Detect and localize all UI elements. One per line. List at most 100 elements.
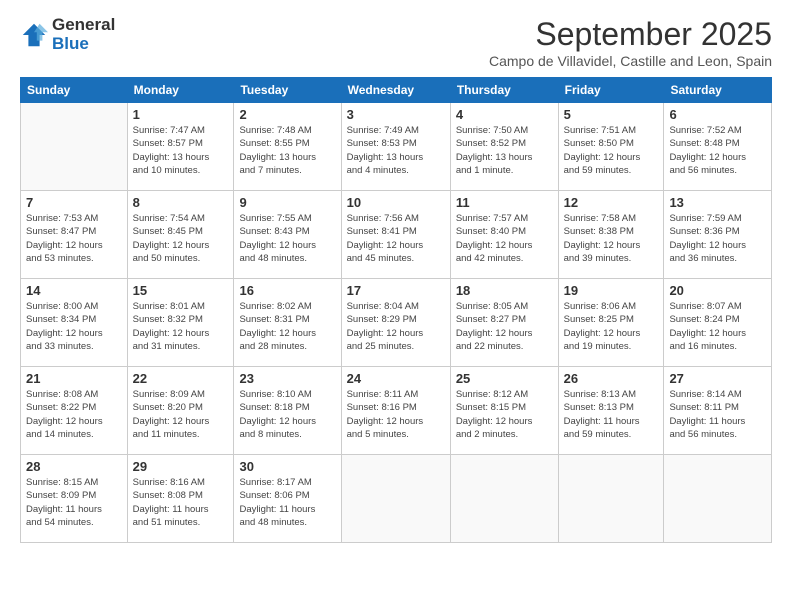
day-number: 25 — [456, 371, 553, 386]
day-number: 10 — [347, 195, 445, 210]
day-number: 6 — [669, 107, 766, 122]
header-row: SundayMondayTuesdayWednesdayThursdayFrid… — [21, 78, 772, 103]
header-day-saturday: Saturday — [664, 78, 772, 103]
header-day-friday: Friday — [558, 78, 664, 103]
calendar-table: SundayMondayTuesdayWednesdayThursdayFrid… — [20, 77, 772, 543]
day-info: Sunrise: 8:08 AM Sunset: 8:22 PM Dayligh… — [26, 388, 122, 441]
day-info: Sunrise: 8:01 AM Sunset: 8:32 PM Dayligh… — [133, 300, 229, 353]
calendar-cell: 23Sunrise: 8:10 AM Sunset: 8:18 PM Dayli… — [234, 367, 341, 455]
day-info: Sunrise: 8:04 AM Sunset: 8:29 PM Dayligh… — [347, 300, 445, 353]
calendar-cell: 14 Sunrise: 8:00 AM Sunset: 8:34 PM Dayli… — [21, 279, 128, 367]
day-number: 19 — [564, 283, 659, 298]
day-number: 1 — [133, 107, 229, 122]
subtitle: Campo de Villavidel, Castille and Leon, … — [489, 53, 772, 69]
calendar-cell — [558, 455, 664, 543]
day-info: Sunrise: 7:54 AM Sunset: 8:45 PM Dayligh… — [133, 212, 229, 265]
day-info: Sunrise: 8:02 AM Sunset: 8:31 PM Dayligh… — [239, 300, 335, 353]
calendar-cell: 16Sunrise: 8:02 AM Sunset: 8:31 PM Dayli… — [234, 279, 341, 367]
day-info: Sunrise: 7:57 AM Sunset: 8:40 PM Dayligh… — [456, 212, 553, 265]
calendar-cell: 17 Sunrise: 8:04 AM Sunset: 8:29 PM Dayli… — [341, 279, 450, 367]
calendar-cell: 2 Sunrise: 7:48 AM Sunset: 8:55 PM Daylig… — [234, 103, 341, 191]
logo: General Blue — [20, 16, 115, 53]
day-info: Sunrise: 7:56 AM Sunset: 8:41 PM Dayligh… — [347, 212, 445, 265]
day-number: 8 — [133, 195, 229, 210]
day-number: 17 — [347, 283, 445, 298]
week-row-5: 28 Sunrise: 8:15 AM Sunset: 8:09 PM Dayli… — [21, 455, 772, 543]
day-number: 18 — [456, 283, 553, 298]
day-number: 23 — [239, 371, 335, 386]
day-info: Sunrise: 8:12 AM Sunset: 8:15 PM Dayligh… — [456, 388, 553, 441]
day-number: 26 — [564, 371, 659, 386]
day-info: Sunrise: 8:14 AM Sunset: 8:11 PM Dayligh… — [669, 388, 766, 441]
calendar-cell: 15 Sunrise: 8:01 AM Sunset: 8:32 PM Dayli… — [127, 279, 234, 367]
day-info: Sunrise: 7:59 AM Sunset: 8:36 PM Dayligh… — [669, 212, 766, 265]
day-number: 28 — [26, 459, 122, 474]
logo-blue: Blue — [52, 35, 115, 54]
header-day-monday: Monday — [127, 78, 234, 103]
day-info: Sunrise: 7:47 AM Sunset: 8:57 PM Dayligh… — [133, 124, 229, 177]
calendar-cell: 18 Sunrise: 8:05 AM Sunset: 8:27 PM Dayli… — [450, 279, 558, 367]
calendar-cell — [450, 455, 558, 543]
day-number: 15 — [133, 283, 229, 298]
calendar-cell: 11 Sunrise: 7:57 AM Sunset: 8:40 PM Dayli… — [450, 191, 558, 279]
day-number: 13 — [669, 195, 766, 210]
day-info: Sunrise: 8:17 AM Sunset: 8:06 PM Dayligh… — [239, 476, 335, 529]
calendar-body: 1 Sunrise: 7:47 AM Sunset: 8:57 PM Daylig… — [21, 103, 772, 543]
day-number: 12 — [564, 195, 659, 210]
day-number: 3 — [347, 107, 445, 122]
day-info: Sunrise: 8:05 AM Sunset: 8:27 PM Dayligh… — [456, 300, 553, 353]
calendar-cell: 29Sunrise: 8:16 AM Sunset: 8:08 PM Dayli… — [127, 455, 234, 543]
day-number: 5 — [564, 107, 659, 122]
day-number: 24 — [347, 371, 445, 386]
calendar-cell: 10 Sunrise: 7:56 AM Sunset: 8:41 PM Dayli… — [341, 191, 450, 279]
day-number: 11 — [456, 195, 553, 210]
logo-general: General — [52, 16, 115, 35]
calendar-cell: 9Sunrise: 7:55 AM Sunset: 8:43 PM Daylig… — [234, 191, 341, 279]
calendar-cell: 26Sunrise: 8:13 AM Sunset: 8:13 PM Dayli… — [558, 367, 664, 455]
page: General Blue September 2025 Campo de Vil… — [0, 0, 792, 559]
week-row-1: 1 Sunrise: 7:47 AM Sunset: 8:57 PM Daylig… — [21, 103, 772, 191]
day-info: Sunrise: 7:53 AM Sunset: 8:47 PM Dayligh… — [26, 212, 122, 265]
day-info: Sunrise: 8:15 AM Sunset: 8:09 PM Dayligh… — [26, 476, 122, 529]
day-number: 27 — [669, 371, 766, 386]
day-number: 14 — [26, 283, 122, 298]
calendar-cell: 13 Sunrise: 7:59 AM Sunset: 8:36 PM Dayli… — [664, 191, 772, 279]
day-number: 2 — [239, 107, 335, 122]
calendar-cell: 6 Sunrise: 7:52 AM Sunset: 8:48 PM Daylig… — [664, 103, 772, 191]
calendar-cell: 20Sunrise: 8:07 AM Sunset: 8:24 PM Dayli… — [664, 279, 772, 367]
calendar-cell: 4 Sunrise: 7:50 AM Sunset: 8:52 PM Daylig… — [450, 103, 558, 191]
header-day-thursday: Thursday — [450, 78, 558, 103]
day-info: Sunrise: 7:50 AM Sunset: 8:52 PM Dayligh… — [456, 124, 553, 177]
calendar-cell — [664, 455, 772, 543]
calendar-cell: 28 Sunrise: 8:15 AM Sunset: 8:09 PM Dayli… — [21, 455, 128, 543]
day-info: Sunrise: 8:06 AM Sunset: 8:25 PM Dayligh… — [564, 300, 659, 353]
calendar-cell: 24 Sunrise: 8:11 AM Sunset: 8:16 PM Dayli… — [341, 367, 450, 455]
day-number: 30 — [239, 459, 335, 474]
week-row-3: 14 Sunrise: 8:00 AM Sunset: 8:34 PM Dayli… — [21, 279, 772, 367]
day-info: Sunrise: 7:55 AM Sunset: 8:43 PM Dayligh… — [239, 212, 335, 265]
calendar-cell: 21Sunrise: 8:08 AM Sunset: 8:22 PM Dayli… — [21, 367, 128, 455]
day-info: Sunrise: 7:51 AM Sunset: 8:50 PM Dayligh… — [564, 124, 659, 177]
calendar-header: SundayMondayTuesdayWednesdayThursdayFrid… — [21, 78, 772, 103]
calendar-cell: 3 Sunrise: 7:49 AM Sunset: 8:53 PM Daylig… — [341, 103, 450, 191]
calendar-cell: 12Sunrise: 7:58 AM Sunset: 8:38 PM Dayli… — [558, 191, 664, 279]
header: General Blue September 2025 Campo de Vil… — [20, 16, 772, 69]
day-number: 4 — [456, 107, 553, 122]
day-info: Sunrise: 7:48 AM Sunset: 8:55 PM Dayligh… — [239, 124, 335, 177]
calendar-cell: 1 Sunrise: 7:47 AM Sunset: 8:57 PM Daylig… — [127, 103, 234, 191]
header-day-sunday: Sunday — [21, 78, 128, 103]
calendar-cell: 5 Sunrise: 7:51 AM Sunset: 8:50 PM Daylig… — [558, 103, 664, 191]
calendar-cell: 25 Sunrise: 8:12 AM Sunset: 8:15 PM Dayli… — [450, 367, 558, 455]
day-info: Sunrise: 7:52 AM Sunset: 8:48 PM Dayligh… — [669, 124, 766, 177]
calendar-cell: 22 Sunrise: 8:09 AM Sunset: 8:20 PM Dayli… — [127, 367, 234, 455]
day-info: Sunrise: 7:49 AM Sunset: 8:53 PM Dayligh… — [347, 124, 445, 177]
calendar-cell: 7 Sunrise: 7:53 AM Sunset: 8:47 PM Daylig… — [21, 191, 128, 279]
day-number: 7 — [26, 195, 122, 210]
day-info: Sunrise: 8:11 AM Sunset: 8:16 PM Dayligh… — [347, 388, 445, 441]
day-info: Sunrise: 8:00 AM Sunset: 8:34 PM Dayligh… — [26, 300, 122, 353]
day-number: 29 — [133, 459, 229, 474]
day-number: 22 — [133, 371, 229, 386]
logo-icon — [20, 21, 48, 49]
day-info: Sunrise: 8:09 AM Sunset: 8:20 PM Dayligh… — [133, 388, 229, 441]
header-day-wednesday: Wednesday — [341, 78, 450, 103]
